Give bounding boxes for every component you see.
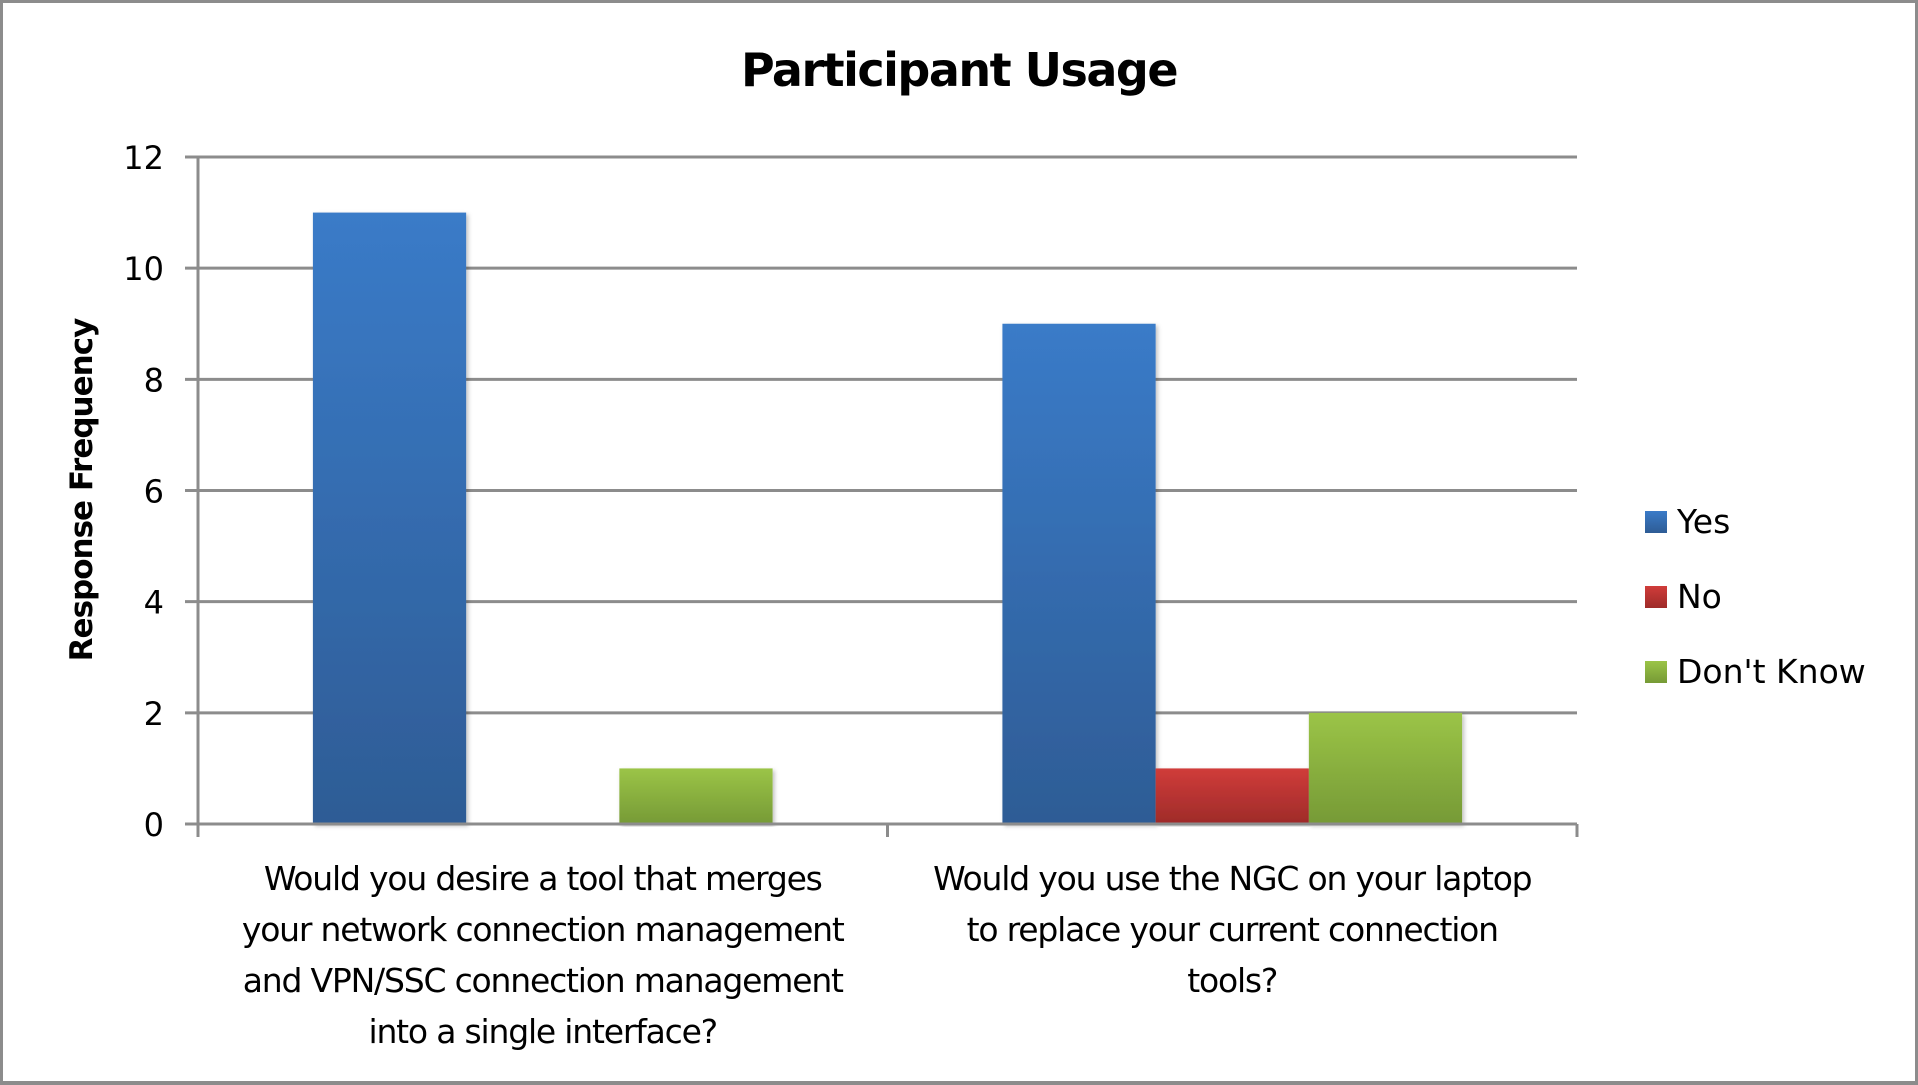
- y-tick-labels: 0 2 4 6 8 10 12: [123, 139, 164, 844]
- bar-no-1: [1155, 768, 1309, 824]
- category-label-line: tools?: [1187, 961, 1277, 1000]
- category-label-0: Would you desire a tool that merges your …: [242, 859, 845, 1051]
- chart-title: Participant Usage: [741, 43, 1177, 97]
- legend-item-don-t-know: Don't Know: [1645, 652, 1866, 691]
- legend-label: No: [1677, 577, 1722, 616]
- bar-yes-1: [1002, 323, 1156, 824]
- y-tick-label: 12: [123, 139, 164, 177]
- category-label-line: Would you use the NGC on your laptop: [933, 859, 1532, 898]
- legend-item-yes: Yes: [1645, 502, 1730, 541]
- y-tick-label: 8: [144, 361, 164, 399]
- legend-swatch: [1645, 586, 1667, 608]
- y-tick-label: 6: [144, 473, 164, 511]
- y-axis-label: Response Frequency: [64, 318, 100, 661]
- y-tick-label: 4: [144, 584, 164, 622]
- bars: [312, 212, 1463, 825]
- legend-swatch: [1645, 661, 1667, 683]
- bar-don-t-know-0: [619, 768, 773, 824]
- category-labels: Would you desire a tool that merges your …: [242, 859, 1533, 1051]
- category-label-line: and VPN/SSC connection management: [243, 961, 844, 1000]
- y-tick-label: 0: [144, 806, 164, 844]
- category-label-line: to replace your current connection: [967, 910, 1498, 949]
- category-label-line: into a single interface?: [369, 1012, 718, 1051]
- category-label-1: Would you use the NGC on your laptop to r…: [933, 859, 1532, 1000]
- legend-label: Yes: [1676, 502, 1730, 541]
- y-tick-label: 10: [123, 250, 164, 288]
- bar-yes-0: [312, 212, 467, 825]
- category-label-line: Would you desire a tool that merges: [264, 859, 822, 898]
- y-tick-label: 2: [144, 695, 164, 733]
- bar-chart: Participant Usage Response Frequency 0 2 4…: [64, 43, 1866, 1051]
- bar-don-t-know-1: [1308, 712, 1463, 824]
- legend-swatch: [1645, 511, 1667, 533]
- legend-item-no: No: [1645, 577, 1722, 616]
- legend: Yes No Don't Know: [1645, 502, 1866, 691]
- category-label-line: your network connection management: [242, 910, 845, 949]
- legend-label: Don't Know: [1677, 652, 1866, 691]
